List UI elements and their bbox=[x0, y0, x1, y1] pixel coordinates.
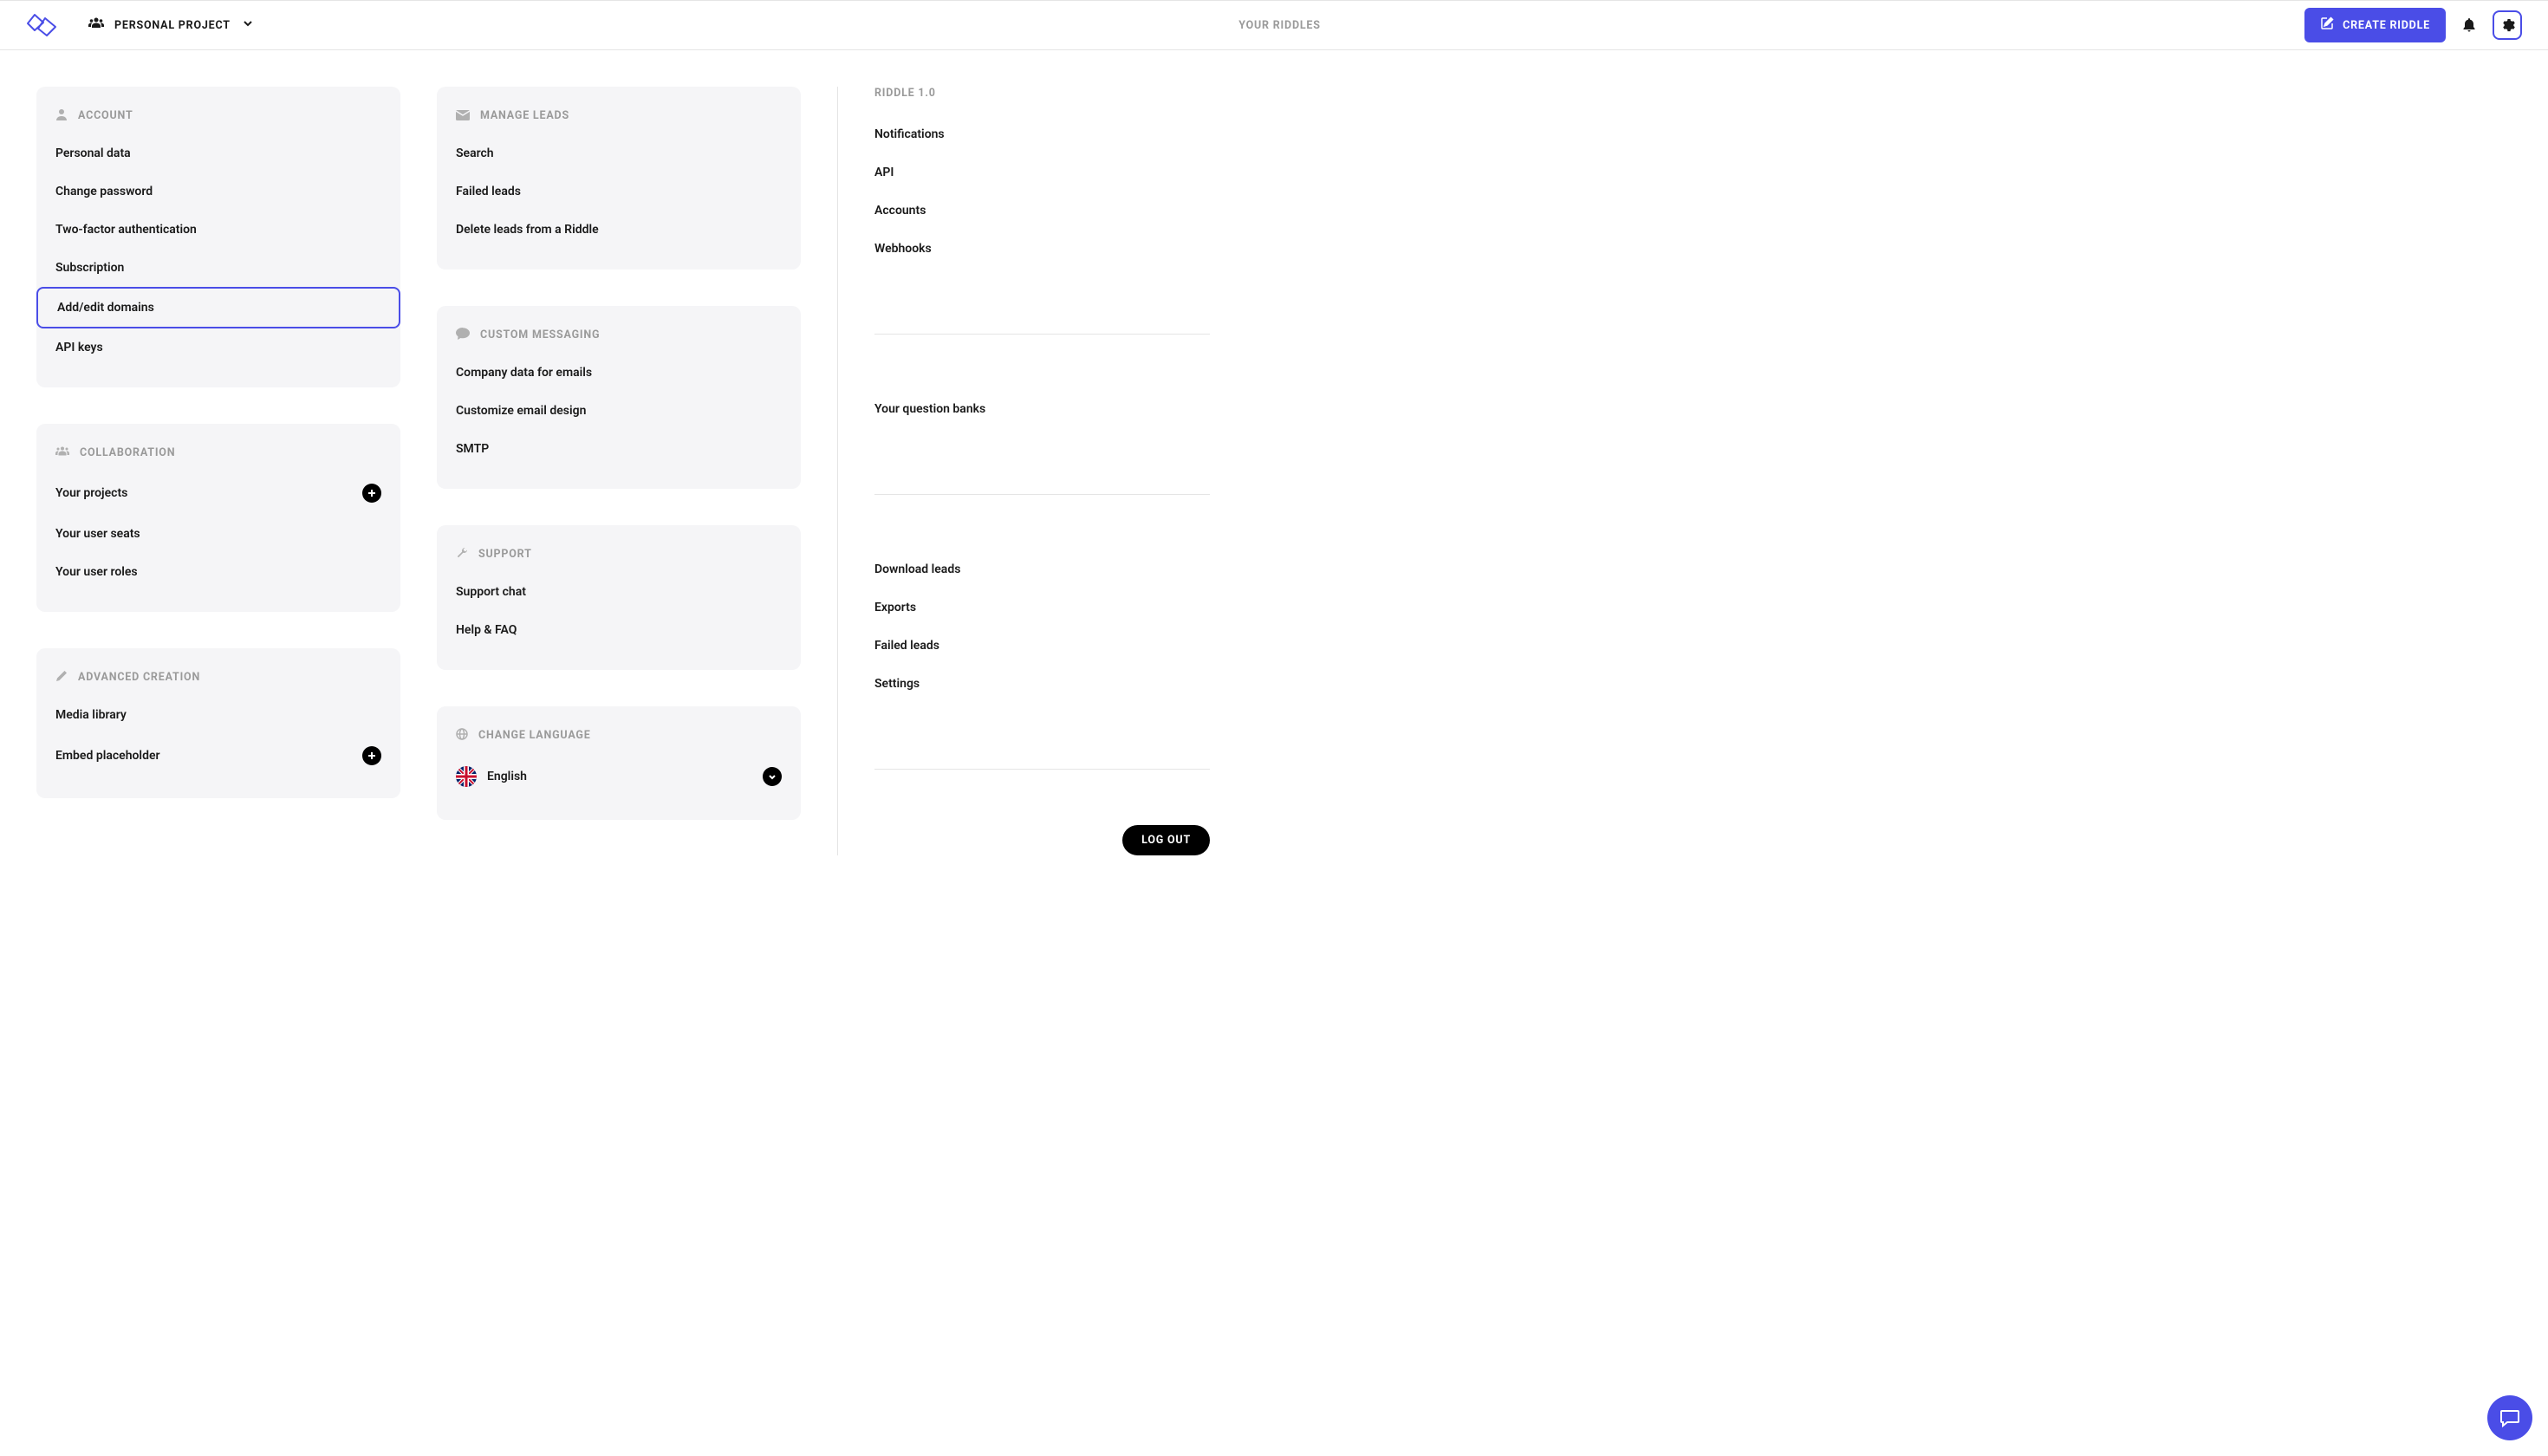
chat-fab-button[interactable] bbox=[2487, 1395, 2532, 1440]
leads-card-title: MANAGE LEADS bbox=[480, 109, 569, 122]
menu-support-chat[interactable]: Support chat bbox=[437, 573, 801, 611]
language-card-header: CHANGE LANGUAGE bbox=[437, 727, 801, 754]
project-selector[interactable]: PERSONAL PROJECT bbox=[88, 16, 255, 34]
header-left: PERSONAL PROJECT bbox=[26, 12, 255, 38]
collaboration-card-header: COLLABORATION bbox=[36, 445, 400, 471]
settings-column-3: RIDDLE 1.0 Notifications API Accounts We… bbox=[837, 87, 1210, 855]
sidebar-webhooks[interactable]: Webhooks bbox=[874, 230, 1210, 268]
chevron-down-icon bbox=[767, 771, 777, 782]
pencil-icon bbox=[55, 669, 68, 686]
language-card: CHANGE LANGUAGE English bbox=[437, 706, 801, 820]
plus-icon bbox=[367, 488, 377, 498]
account-card: ACCOUNT Personal data Change password Tw… bbox=[36, 87, 400, 387]
create-riddle-button[interactable]: CREATE RIDDLE bbox=[2304, 8, 2446, 42]
chat-bubble-icon bbox=[2499, 1407, 2521, 1429]
create-riddle-label: CREATE RIDDLE bbox=[2343, 19, 2430, 32]
menu-company-data[interactable]: Company data for emails bbox=[437, 354, 801, 392]
settings-column-1: ACCOUNT Personal data Change password Tw… bbox=[36, 87, 400, 855]
page-title: YOUR RIDDLES bbox=[1238, 19, 1321, 32]
menu-failed-leads[interactable]: Failed leads bbox=[437, 172, 801, 211]
settings-column-2: MANAGE LEADS Search Failed leads Delete … bbox=[437, 87, 801, 855]
messaging-card: CUSTOM MESSAGING Company data for emails… bbox=[437, 306, 801, 489]
messaging-card-header: CUSTOM MESSAGING bbox=[437, 327, 801, 354]
menu-api-keys[interactable]: API keys bbox=[36, 328, 400, 367]
advanced-card: ADVANCED CREATION Media library Embed pl… bbox=[36, 648, 400, 798]
menu-embed-placeholder[interactable]: Embed placeholder bbox=[36, 734, 400, 777]
menu-smtp[interactable]: SMTP bbox=[437, 430, 801, 468]
collaboration-card: COLLABORATION Your projects Your user se… bbox=[36, 424, 400, 612]
sidebar-api[interactable]: API bbox=[874, 153, 1210, 192]
collaboration-card-title: COLLABORATION bbox=[80, 446, 175, 459]
menu-two-factor[interactable]: Two-factor authentication bbox=[36, 211, 400, 249]
advanced-card-title: ADVANCED CREATION bbox=[78, 671, 200, 684]
people-icon bbox=[88, 16, 104, 34]
uk-flag-icon bbox=[456, 766, 477, 787]
divider bbox=[874, 769, 1210, 770]
account-card-title: ACCOUNT bbox=[78, 109, 133, 122]
menu-help-faq[interactable]: Help & FAQ bbox=[437, 611, 801, 649]
sidebar-accounts[interactable]: Accounts bbox=[874, 192, 1210, 230]
chevron-down-icon bbox=[241, 16, 255, 34]
riddle10-title: RIDDLE 1.0 bbox=[874, 87, 1210, 115]
logo-icon bbox=[26, 12, 64, 38]
chat-icon bbox=[456, 327, 470, 343]
language-current: English bbox=[456, 766, 527, 787]
settings-main: ACCOUNT Personal data Change password Tw… bbox=[0, 50, 2548, 892]
support-card-header: SUPPORT bbox=[437, 546, 801, 573]
leads-card: MANAGE LEADS Search Failed leads Delete … bbox=[437, 87, 801, 270]
wrench-icon bbox=[456, 546, 468, 562]
logout-button[interactable]: LOG OUT bbox=[1122, 825, 1210, 855]
notifications-button[interactable] bbox=[2461, 17, 2477, 33]
menu-delete-leads[interactable]: Delete leads from a Riddle bbox=[437, 211, 801, 249]
bell-icon bbox=[2461, 17, 2477, 33]
menu-search-leads[interactable]: Search bbox=[437, 134, 801, 172]
menu-add-edit-domains[interactable]: Add/edit domains bbox=[36, 287, 400, 328]
menu-media-library[interactable]: Media library bbox=[36, 696, 400, 734]
sidebar-other: Download leads Exports Failed leads Sett… bbox=[874, 550, 1210, 703]
menu-change-password[interactable]: Change password bbox=[36, 172, 400, 211]
language-expand-button[interactable] bbox=[763, 767, 782, 786]
add-embed-button[interactable] bbox=[362, 746, 381, 765]
support-card: SUPPORT Support chat Help & FAQ bbox=[437, 525, 801, 670]
people-icon bbox=[55, 445, 69, 461]
gear-icon bbox=[2499, 17, 2515, 33]
sidebar-settings[interactable]: Settings bbox=[874, 665, 1210, 703]
app-logo[interactable] bbox=[26, 12, 64, 38]
divider bbox=[874, 334, 1210, 335]
plus-icon bbox=[367, 751, 377, 761]
sidebar-qbank: Your question banks bbox=[874, 390, 1210, 428]
divider bbox=[874, 494, 1210, 495]
edit-icon bbox=[2320, 16, 2334, 34]
language-label: English bbox=[487, 770, 527, 783]
sidebar-exports[interactable]: Exports bbox=[874, 588, 1210, 627]
account-card-header: ACCOUNT bbox=[36, 107, 400, 134]
language-card-title: CHANGE LANGUAGE bbox=[478, 729, 591, 742]
sidebar-riddle10: RIDDLE 1.0 Notifications API Accounts We… bbox=[874, 87, 1210, 268]
settings-button[interactable] bbox=[2493, 10, 2522, 40]
user-icon bbox=[55, 107, 68, 124]
sidebar-failed-leads[interactable]: Failed leads bbox=[874, 627, 1210, 665]
support-card-title: SUPPORT bbox=[478, 548, 532, 561]
menu-customize-email[interactable]: Customize email design bbox=[437, 392, 801, 430]
sidebar-question-banks[interactable]: Your question banks bbox=[874, 390, 1210, 428]
menu-subscription[interactable]: Subscription bbox=[36, 249, 400, 287]
app-header: PERSONAL PROJECT YOUR RIDDLES CREATE RID… bbox=[0, 0, 2548, 50]
language-selector[interactable]: English bbox=[437, 754, 801, 799]
menu-your-projects[interactable]: Your projects bbox=[36, 471, 400, 515]
messaging-card-title: CUSTOM MESSAGING bbox=[480, 328, 600, 341]
advanced-card-header: ADVANCED CREATION bbox=[36, 669, 400, 696]
sidebar-notifications[interactable]: Notifications bbox=[874, 115, 1210, 153]
menu-user-roles[interactable]: Your user roles bbox=[36, 553, 400, 591]
header-right: CREATE RIDDLE bbox=[2304, 8, 2522, 42]
logout-row: LOG OUT bbox=[874, 825, 1210, 855]
project-name: PERSONAL PROJECT bbox=[114, 19, 231, 32]
sidebar-download-leads[interactable]: Download leads bbox=[874, 550, 1210, 588]
leads-card-header: MANAGE LEADS bbox=[437, 107, 801, 134]
menu-personal-data[interactable]: Personal data bbox=[36, 134, 400, 172]
add-project-button[interactable] bbox=[362, 484, 381, 503]
mail-icon bbox=[456, 107, 470, 124]
menu-user-seats[interactable]: Your user seats bbox=[36, 515, 400, 553]
globe-icon bbox=[456, 727, 468, 744]
